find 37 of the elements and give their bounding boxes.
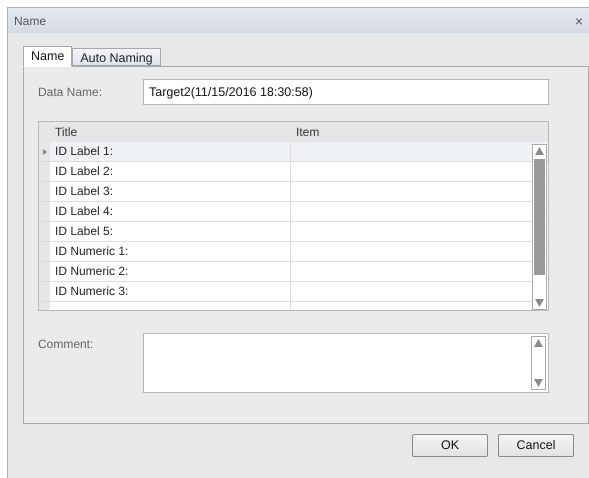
scroll-thumb[interactable] — [534, 159, 545, 275]
table-cell: ID Label 1: — [50, 142, 291, 161]
column-header[interactable]: Item — [291, 123, 548, 141]
tab[interactable]: Name — [23, 46, 72, 67]
table-row[interactable]: ID Numeric 1: — [39, 242, 548, 262]
comment-scrollbar[interactable] — [531, 336, 546, 390]
table-cell: ID Label 2: — [50, 162, 291, 181]
comment-label: Comment: — [38, 336, 94, 353]
scroll-up-icon[interactable] — [533, 338, 544, 348]
table-cell: ID Label 3: — [50, 182, 291, 201]
table-row[interactable]: ID Numeric 2: — [39, 262, 548, 282]
table-cell: ID Numeric 3: — [50, 282, 291, 301]
data-name-field[interactable]: Target2(11/15/2016 18:30:58) — [143, 79, 549, 105]
column-header[interactable]: Title — [50, 123, 291, 141]
row-pointer-icon — [42, 148, 46, 154]
comment-field[interactable] — [143, 333, 549, 393]
table-row[interactable]: ID Numeric 3: — [39, 282, 548, 302]
table-row[interactable]: ID Label 3: — [39, 182, 548, 202]
table-cell: ID Label 5: — [50, 222, 291, 241]
table-row[interactable]: ID Label 1: — [39, 142, 548, 162]
close-button[interactable]: × — [574, 14, 583, 28]
ok-button[interactable]: OK — [412, 434, 488, 457]
row-header[interactable] — [39, 142, 50, 161]
cancel-button[interactable]: Cancel — [498, 434, 574, 457]
scroll-down-icon[interactable] — [534, 298, 545, 308]
table-cell: ID Numeric 2: — [50, 262, 291, 281]
table-cell: ID Label 4: — [50, 202, 291, 221]
vertical-scrollbar[interactable] — [532, 144, 547, 310]
scroll-up-icon[interactable] — [534, 146, 545, 156]
table-cell: ID Numeric 1: — [50, 242, 291, 261]
table-row[interactable]: ID Label 4: — [39, 202, 548, 222]
data-name-label: Data Name: — [38, 84, 104, 101]
table-row[interactable]: ID Label 2: — [39, 162, 548, 182]
scroll-down-icon[interactable] — [533, 378, 544, 388]
table-row[interactable]: ID Label 5: — [39, 222, 548, 242]
tab[interactable]: Auto Naming — [72, 48, 161, 66]
window-title: Name — [14, 12, 46, 30]
